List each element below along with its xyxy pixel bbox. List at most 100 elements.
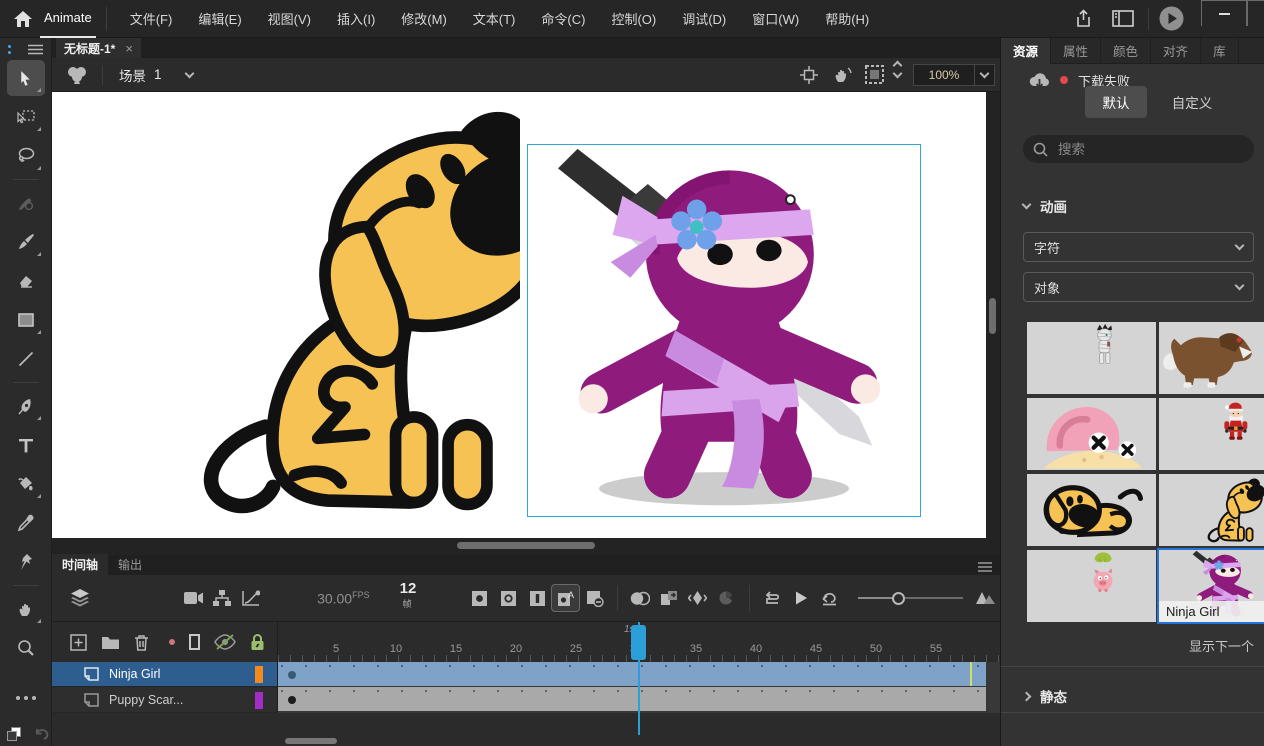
layer-color-swatch[interactable] [255, 692, 263, 709]
menu-text[interactable]: 文本(T) [460, 0, 529, 38]
tab-library[interactable]: 库 [1201, 38, 1239, 64]
timeline-zoom-slider[interactable] [858, 592, 963, 605]
asset-thumb-puppy-lying[interactable] [1027, 474, 1156, 546]
tab-assets[interactable]: 资源 [1001, 38, 1051, 64]
layer-color-swatch[interactable] [255, 666, 263, 683]
workspace-icon[interactable] [1112, 10, 1134, 28]
search-input[interactable] [1056, 141, 1226, 158]
frame-picker-icon[interactable] [712, 584, 741, 612]
menu-view[interactable]: 视图(V) [255, 0, 324, 38]
selection-tool[interactable] [7, 60, 45, 96]
tab-align[interactable]: 对齐 [1151, 38, 1201, 64]
tab-timeline[interactable]: 时间轴 [52, 554, 108, 575]
selection-bounding-box[interactable] [527, 144, 921, 517]
timeline-horizontal-scrollbar[interactable] [285, 738, 337, 744]
edit-multiple-frames-icon[interactable] [655, 584, 684, 612]
stage-vertical-scrollbar[interactable] [989, 298, 996, 334]
asset-thumb-snail[interactable] [1027, 398, 1156, 470]
share-icon[interactable] [1072, 8, 1094, 30]
toolbar-menu-icon[interactable] [28, 44, 43, 55]
menu-edit[interactable]: 编辑(E) [185, 0, 254, 38]
text-tool[interactable] [7, 427, 45, 463]
menu-control[interactable]: 控制(O) [598, 0, 669, 38]
section-static[interactable]: 静态 [1023, 686, 1067, 706]
center-stage-icon[interactable] [800, 66, 818, 84]
keyframe-dot[interactable] [288, 696, 296, 704]
stage-horizontal-scrollbar[interactable] [457, 542, 595, 549]
menu-window[interactable]: 窗口(W) [739, 0, 812, 38]
stage-canvas[interactable] [52, 92, 986, 538]
rotate-hand-icon[interactable] [832, 65, 852, 85]
pen-tool[interactable] [7, 388, 45, 424]
remove-frame-icon[interactable] [580, 584, 609, 612]
cloud-download-icon[interactable] [1029, 71, 1050, 89]
hide-layers-icon[interactable] [214, 634, 236, 650]
undo-icon[interactable] [34, 726, 50, 742]
current-frame-value[interactable]: 12帧 [400, 580, 428, 617]
asset-thumb-pig-parachute[interactable] [1027, 550, 1156, 622]
asset-thumb-santa[interactable] [1159, 398, 1264, 470]
frame-span-puppy[interactable] [278, 687, 986, 711]
play-button[interactable] [787, 584, 816, 612]
puppy-artwork[interactable] [170, 95, 520, 525]
lock-layers-icon[interactable] [250, 634, 265, 651]
zoom-dropdown-icon[interactable] [975, 64, 995, 86]
layer-row-puppy-scared[interactable]: Puppy Scar... [52, 688, 277, 713]
rectangle-tool[interactable] [7, 302, 45, 338]
onion-skin-icon[interactable] [626, 584, 655, 612]
frame-span-ninja[interactable] [278, 662, 986, 686]
search-box[interactable] [1023, 135, 1254, 163]
scene-dropdown-icon[interactable] [184, 68, 194, 78]
mode-default-button[interactable]: 默认 [1085, 86, 1147, 118]
asset-thumb-wolf[interactable] [1159, 322, 1264, 394]
scene-clapper-icon[interactable] [66, 65, 88, 85]
test-movie-icon[interactable] [1158, 5, 1185, 32]
layer-row-ninja-girl[interactable]: Ninja Girl [52, 662, 277, 687]
fps-value[interactable]: 30.00FPS [317, 590, 370, 607]
zoom-stepper[interactable] [894, 62, 901, 77]
timeline-panel-menu-icon[interactable] [978, 562, 992, 575]
more-tools-icon[interactable] [7, 680, 45, 716]
rewind-icon[interactable] [816, 584, 845, 612]
keyframe-icon[interactable] [465, 584, 494, 612]
eyedropper-tool[interactable] [7, 505, 45, 541]
zoom-tool[interactable] [7, 630, 45, 666]
new-folder-icon[interactable] [101, 635, 120, 650]
restore-button[interactable] [1247, 0, 1264, 26]
tab-color[interactable]: 颜色 [1101, 38, 1151, 64]
line-tool[interactable] [7, 341, 45, 377]
delete-layer-icon[interactable] [134, 634, 149, 651]
menu-commands[interactable]: 命令(C) [528, 0, 598, 38]
minimize-button[interactable] [1201, 0, 1247, 26]
swap-colors-icon[interactable] [6, 726, 22, 742]
auto-keyframe-icon[interactable]: A [551, 584, 580, 612]
loop-icon[interactable] [758, 584, 787, 612]
asset-thumb-puppy-sitting[interactable] [1159, 474, 1264, 546]
eraser-tool[interactable] [7, 263, 45, 299]
paint-bucket-tool[interactable] [7, 466, 45, 502]
insert-frame-icon[interactable] [523, 584, 552, 612]
asset-warp-tool[interactable] [7, 544, 45, 580]
home-icon[interactable] [12, 8, 34, 30]
ninja-artwork[interactable] [528, 145, 920, 516]
section-animated[interactable]: 动画 [1023, 196, 1067, 216]
menu-insert[interactable]: 插入(I) [324, 0, 388, 38]
asset-thumb-mummy[interactable] [1027, 322, 1156, 394]
character-dropdown[interactable]: 字符 [1023, 232, 1254, 262]
subselection-tool[interactable] [7, 99, 45, 135]
layer-parenting-icon[interactable] [208, 584, 237, 612]
menu-debug[interactable]: 调试(D) [669, 0, 739, 38]
clip-content-icon[interactable] [865, 65, 884, 84]
document-tab[interactable]: 无标题-1* × [56, 38, 141, 58]
layers-stack-icon[interactable] [66, 584, 95, 612]
outline-mode-icon[interactable] [189, 634, 200, 650]
menu-file[interactable]: 文件(F) [117, 0, 186, 38]
show-next-link[interactable]: 显示下一个 [1001, 636, 1254, 655]
tab-output[interactable]: 输出 [108, 554, 152, 575]
app-title[interactable]: Animate [40, 0, 96, 38]
keyframe-dot[interactable] [288, 671, 296, 679]
asset-thumb-ninja-girl[interactable]: Ninja Girl [1159, 550, 1264, 622]
fit-timeline-icon[interactable] [971, 584, 1000, 612]
highlight-dot-icon[interactable] [169, 639, 175, 645]
lasso-tool[interactable] [7, 138, 45, 174]
